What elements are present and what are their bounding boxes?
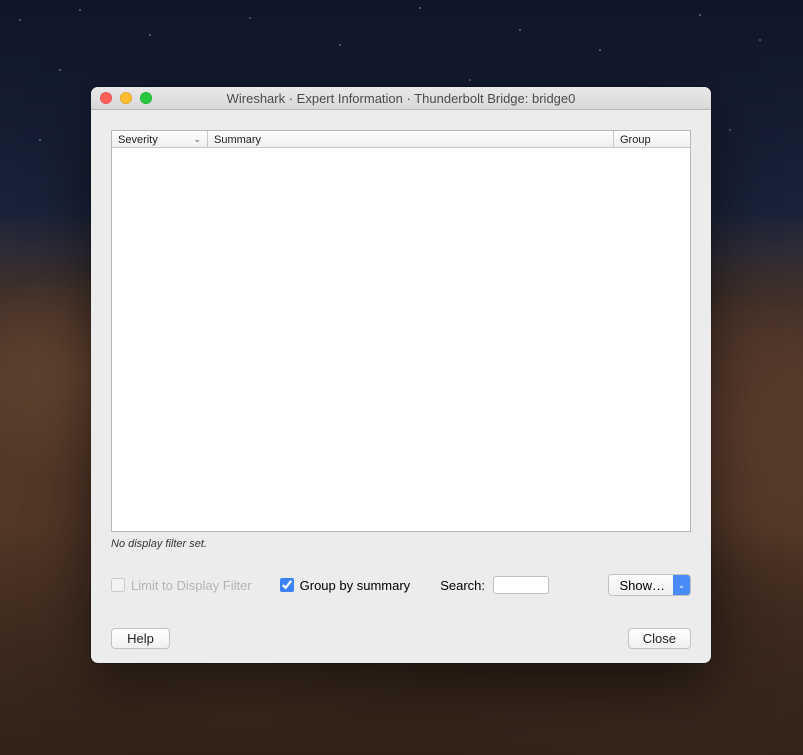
column-header-summary[interactable]: Summary [208, 131, 614, 147]
show-dropdown-label: Show… [609, 575, 673, 595]
window-titlebar[interactable]: Wireshark · Expert Information · Thunder… [91, 87, 711, 110]
search-label: Search: [440, 578, 485, 593]
minimize-window-button[interactable] [120, 92, 132, 104]
zoom-window-button[interactable] [140, 92, 152, 104]
traffic-lights [91, 92, 152, 104]
window-content: Severity ⌄ Summary Group No display filt… [91, 110, 711, 663]
close-window-button[interactable] [100, 92, 112, 104]
limit-checkbox-input[interactable] [111, 578, 125, 592]
expert-information-window: Wireshark · Expert Information · Thunder… [91, 87, 711, 663]
display-filter-status: No display filter set. [111, 538, 691, 550]
window-title: Wireshark · Expert Information · Thunder… [91, 91, 711, 106]
table-body-empty [112, 148, 690, 531]
search-input[interactable] [493, 576, 549, 594]
controls-row: Limit to Display Filter Group by summary… [111, 574, 691, 596]
chevron-down-icon: ⌄ [673, 575, 690, 595]
group-checkbox-input[interactable] [280, 578, 294, 592]
limit-to-display-filter-checkbox[interactable]: Limit to Display Filter [111, 578, 252, 593]
column-header-severity[interactable]: Severity ⌄ [112, 131, 208, 147]
help-button[interactable]: Help [111, 628, 170, 649]
show-dropdown[interactable]: Show… ⌄ [608, 574, 691, 596]
button-label: Close [643, 631, 676, 646]
table-header-row: Severity ⌄ Summary Group [112, 131, 690, 148]
close-button[interactable]: Close [628, 628, 691, 649]
group-by-summary-checkbox[interactable]: Group by summary [280, 578, 411, 593]
column-label: Group [620, 134, 651, 146]
column-header-group[interactable]: Group [614, 131, 690, 147]
column-label: Summary [214, 134, 261, 146]
footer-buttons: Help Close [111, 628, 691, 649]
button-label: Help [127, 631, 154, 646]
limit-checkbox-label: Limit to Display Filter [131, 578, 252, 593]
search-group: Search: [440, 576, 549, 594]
expert-info-table[interactable]: Severity ⌄ Summary Group [111, 130, 691, 532]
group-checkbox-label: Group by summary [300, 578, 411, 593]
column-label: Severity [118, 134, 158, 146]
chevron-down-icon: ⌄ [193, 134, 201, 145]
